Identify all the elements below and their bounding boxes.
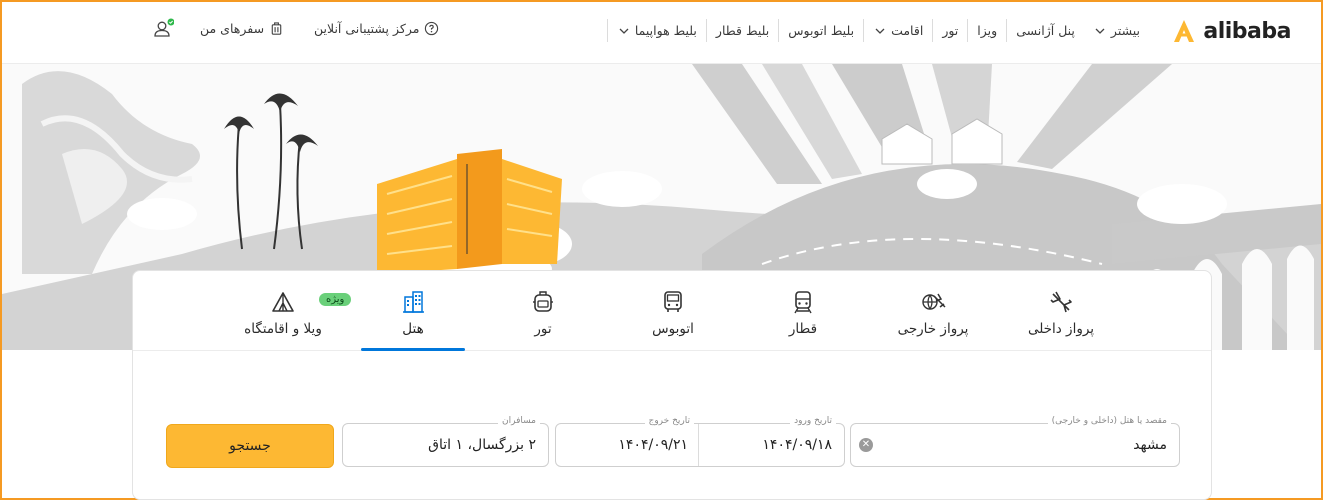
tab-bus[interactable]: اتوبوس	[621, 285, 725, 351]
help-circle-icon	[425, 21, 439, 36]
nav-item-label: بلیط اتوبوس	[788, 23, 855, 38]
main-nav: بلیط هواپیما بلیط قطار بلیط اتوبوس اقامت…	[606, 19, 1149, 42]
special-badge: ویژه	[319, 293, 352, 306]
nav-item-label: بیشتر	[1110, 23, 1140, 38]
search-card: پرواز داخلی پرواز خارجی قطار اتوبوس تور …	[132, 270, 1212, 500]
alibaba-logo-icon	[1174, 20, 1195, 42]
hotel-illustration	[377, 149, 562, 274]
nav-item-label: اقامت	[891, 23, 924, 38]
brand-logo[interactable]: alibaba	[1171, 18, 1291, 44]
verified-dot-icon	[167, 18, 175, 26]
chevron-down-icon	[1095, 28, 1105, 34]
user-account-button[interactable]	[152, 18, 178, 44]
passengers-value[interactable]: ۲ بزرگسال، ۱ اتاق	[428, 437, 536, 453]
tab-domestic-flight[interactable]: پرواز داخلی	[1009, 285, 1113, 351]
support-link[interactable]: مرکز پشتیبانی آنلاین	[314, 21, 439, 36]
destination-field-label: مقصد یا هتل (داخلی و خارجی)	[1047, 416, 1171, 426]
nav-item-label: بلیط قطار	[715, 23, 770, 38]
destination-field[interactable]: مقصد یا هتل (داخلی و خارجی) مشهد ✕	[850, 416, 1180, 467]
hotel-building-icon	[403, 291, 424, 313]
tab-train[interactable]: قطار	[751, 285, 855, 351]
nav-item-more[interactable]: بیشتر	[1084, 19, 1149, 42]
nav-item-accommodation[interactable]: اقامت	[863, 19, 932, 42]
product-tabs: پرواز داخلی پرواز خارجی قطار اتوبوس تور …	[133, 271, 1211, 351]
clear-icon[interactable]: ✕	[859, 438, 873, 452]
passengers-field[interactable]: مسافران ۲ بزرگسال، ۱ اتاق	[342, 416, 549, 467]
my-trips-label: سفرهای من	[200, 21, 265, 36]
checkin-field-label: تاریخ ورود	[790, 416, 836, 426]
tab-label: پرواز داخلی	[1027, 321, 1095, 337]
backpack-icon	[533, 291, 553, 312]
tab-hotel[interactable]: هتل	[361, 285, 465, 351]
nav-item-label: تور	[942, 23, 959, 38]
plane-icon	[1050, 291, 1072, 313]
tab-label: هتل	[402, 321, 424, 337]
nav-item-label: بلیط هواپیما	[634, 23, 697, 38]
tab-label: قطار	[788, 321, 818, 337]
globe-plane-icon	[922, 293, 946, 310]
checkout-value[interactable]: ۱۴۰۴/۰۹/۲۱	[618, 437, 688, 453]
date-divider	[698, 424, 699, 466]
brand-name: alibaba	[1203, 18, 1291, 44]
tab-international-flight[interactable]: پرواز خارجی	[881, 285, 985, 351]
nav-item-tour[interactable]: تور	[932, 19, 967, 42]
destination-value[interactable]: مشهد	[1133, 437, 1167, 453]
tab-tour[interactable]: تور	[491, 285, 595, 351]
nav-item-visa[interactable]: ویزا	[967, 19, 1006, 42]
tab-label: اتوبوس	[652, 321, 694, 337]
user-icon	[154, 18, 175, 37]
checkout-field-label: تاریخ خروج	[644, 416, 694, 426]
search-button[interactable]: جستجو	[166, 424, 334, 468]
chevron-down-icon	[875, 28, 885, 34]
checkin-value[interactable]: ۱۴۰۴/۰۹/۱۸	[762, 437, 832, 453]
nav-item-label: ویزا	[977, 23, 998, 38]
bus-icon	[664, 291, 682, 312]
top-navigation-bar: alibaba بلیط هواپیما بلیط قطار بلیط اتوب…	[2, 2, 1321, 64]
nav-item-flight[interactable]: بلیط هواپیما	[606, 19, 706, 42]
tab-label: پرواز خارجی	[897, 321, 969, 337]
tent-icon	[272, 292, 294, 312]
support-label: مرکز پشتیبانی آنلاین	[314, 21, 420, 36]
tab-villa[interactable]: ویژه ویلا و اقامتگاه	[231, 285, 352, 351]
chevron-down-icon	[619, 28, 629, 34]
nav-item-agency-panel[interactable]: پنل آژانسی	[1006, 19, 1084, 42]
nav-item-train[interactable]: بلیط قطار	[705, 19, 778, 42]
train-icon	[794, 291, 812, 314]
passengers-field-label: مسافران	[498, 416, 540, 426]
suitcase-icon	[271, 22, 282, 35]
nav-item-bus[interactable]: بلیط اتوبوس	[778, 19, 863, 42]
date-range-field[interactable]: تاریخ ورود ۱۴۰۴/۰۹/۱۸ تاریخ خروج ۱۴۰۴/۰۹…	[555, 416, 845, 467]
my-trips-link[interactable]: سفرهای من	[200, 21, 284, 36]
tab-label: ویلا و اقامتگاه	[244, 321, 322, 337]
tab-label: تور	[534, 321, 552, 337]
nav-item-label: پنل آژانسی	[1016, 23, 1075, 38]
